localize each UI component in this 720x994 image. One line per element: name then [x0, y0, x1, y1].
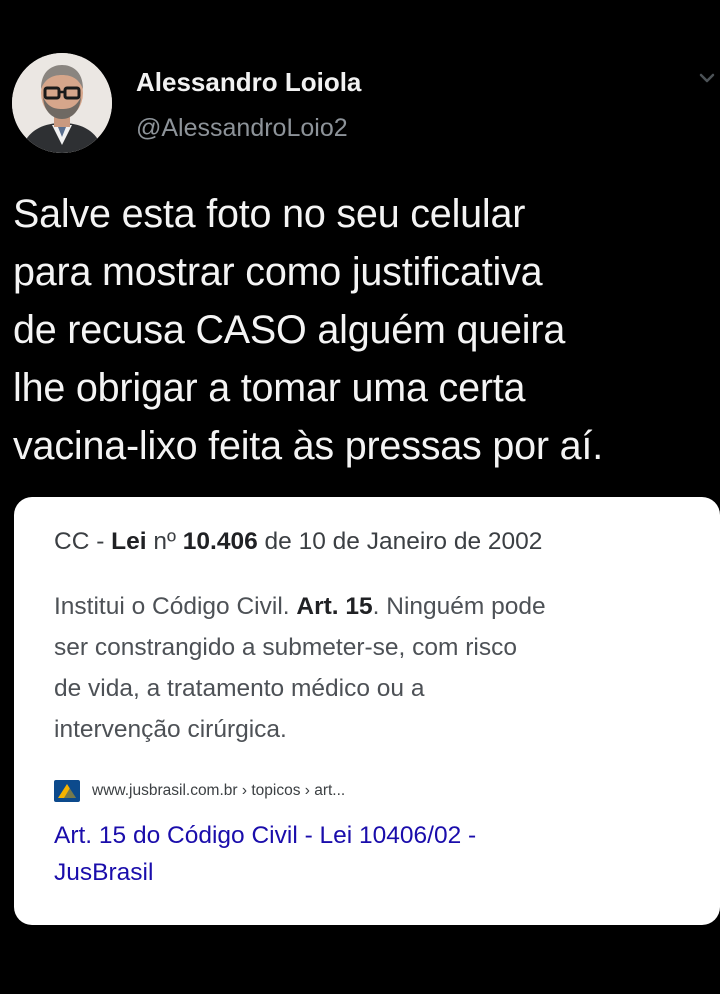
snippet-line: Institui o Código Civil. Art. 15. Ningué… [54, 586, 694, 627]
header-prefix: CC - [54, 528, 112, 555]
header-law-word: Lei [111, 528, 147, 555]
tweet-text-line: Salve esta foto no seu celular [13, 192, 526, 236]
snippet-start: Institui o Código Civil. [54, 593, 297, 620]
search-result-card: CC - Lei nº 10.406 de 10 de Janeiro de 2… [14, 497, 720, 925]
header-suffix: de 10 de Janeiro de 2002 [257, 528, 543, 555]
jusbrasil-favicon-icon [54, 780, 80, 802]
tweet: Alessandro Loiola @AlessandroLoio2 Salve… [0, 0, 720, 994]
result-title-link[interactable]: Art. 15 do Código Civil - Lei 10406/02 -… [54, 817, 654, 891]
result-title-line[interactable]: Art. 15 do Código Civil - Lei 10406/02 - [54, 817, 654, 854]
author-name[interactable]: Alessandro Loiola [136, 67, 361, 98]
snippet-line: ser constrangido a submeter-se, com risc… [54, 634, 517, 661]
snippet-line: intervenção cirúrgica. [54, 716, 287, 743]
result-snippet: Institui o Código Civil. Art. 15. Ningué… [54, 586, 694, 750]
tweet-text-line: vacina-lixo feita às pressas por aí. [13, 424, 603, 468]
header-number: 10.406 [182, 528, 258, 555]
source-url[interactable]: www.jusbrasil.com.br › topicos › art... [92, 782, 345, 800]
header-number-label: nº [146, 528, 183, 555]
tweet-text-line: para mostrar como justificativa [13, 250, 543, 294]
snippet-article: Art. 15 [296, 593, 373, 620]
snippet-line: de vida, a tratamento médico ou a [54, 675, 425, 702]
author-handle[interactable]: @AlessandroLoio2 [136, 114, 348, 143]
result-source[interactable]: www.jusbrasil.com.br › topicos › art... [54, 780, 345, 802]
chevron-down-icon[interactable] [694, 66, 720, 92]
avatar[interactable] [12, 53, 112, 153]
snippet-end: . Ninguém pode [372, 593, 546, 620]
result-title-line[interactable]: JusBrasil [54, 854, 654, 891]
tweet-text: Salve esta foto no seu celular para most… [13, 185, 713, 475]
result-header: CC - Lei nº 10.406 de 10 de Janeiro de 2… [54, 528, 542, 556]
tweet-text-line: lhe obrigar a tomar uma certa [13, 366, 526, 410]
tweet-text-line: de recusa CASO alguém queira [13, 308, 566, 352]
